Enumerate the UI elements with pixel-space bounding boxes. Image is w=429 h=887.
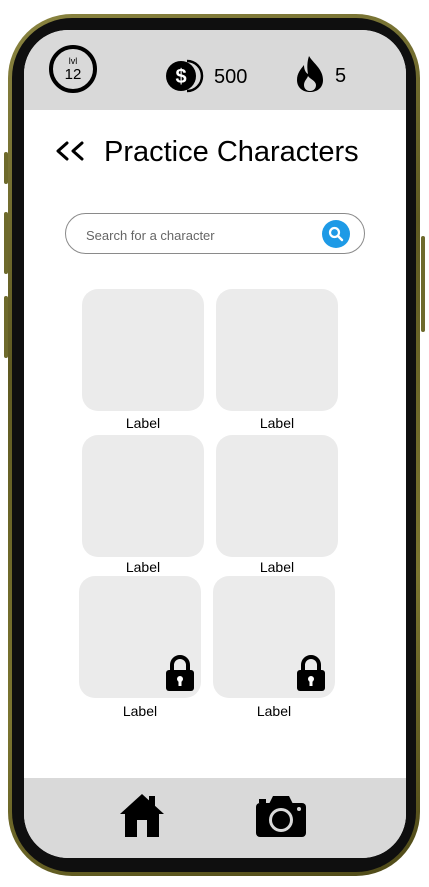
character-label: Label (259, 415, 295, 431)
character-card[interactable] (216, 435, 338, 557)
search-icon (328, 226, 344, 242)
level-number: 12 (64, 65, 82, 83)
character-label: Label (125, 559, 161, 575)
side-button-power (421, 236, 425, 332)
svg-text:$: $ (175, 66, 186, 88)
camera-icon[interactable] (255, 794, 307, 838)
character-label: Label (256, 703, 292, 719)
status-bar: lvl 12 $ 500 5 (24, 30, 406, 110)
screen: lvl 12 $ 500 5 Practice Characters Label (24, 30, 406, 858)
character-label: Label (259, 559, 295, 575)
home-icon[interactable] (119, 792, 165, 838)
search-bar (65, 213, 365, 254)
page-title: Practice Characters (104, 136, 359, 168)
double-chevron-left-icon[interactable] (54, 140, 86, 162)
coin-count: 500 (214, 66, 248, 88)
character-label: Label (125, 415, 161, 431)
search-button[interactable] (322, 220, 350, 248)
side-button-silent (4, 152, 8, 184)
search-input[interactable] (84, 223, 318, 247)
character-card[interactable] (82, 289, 204, 411)
lock-icon (297, 655, 325, 691)
character-label: Label (122, 703, 158, 719)
lock-icon (166, 655, 194, 691)
character-card[interactable] (82, 435, 204, 557)
streak-count: 5 (335, 65, 347, 87)
fire-icon (297, 56, 323, 92)
side-button-volume-up (4, 212, 8, 274)
level-prefix: lvl (68, 55, 78, 66)
side-button-volume-down (4, 296, 8, 358)
coin-icon: $ (166, 59, 204, 93)
bottom-nav (24, 778, 406, 858)
level-badge: lvl 12 (49, 45, 97, 93)
character-card[interactable] (216, 289, 338, 411)
